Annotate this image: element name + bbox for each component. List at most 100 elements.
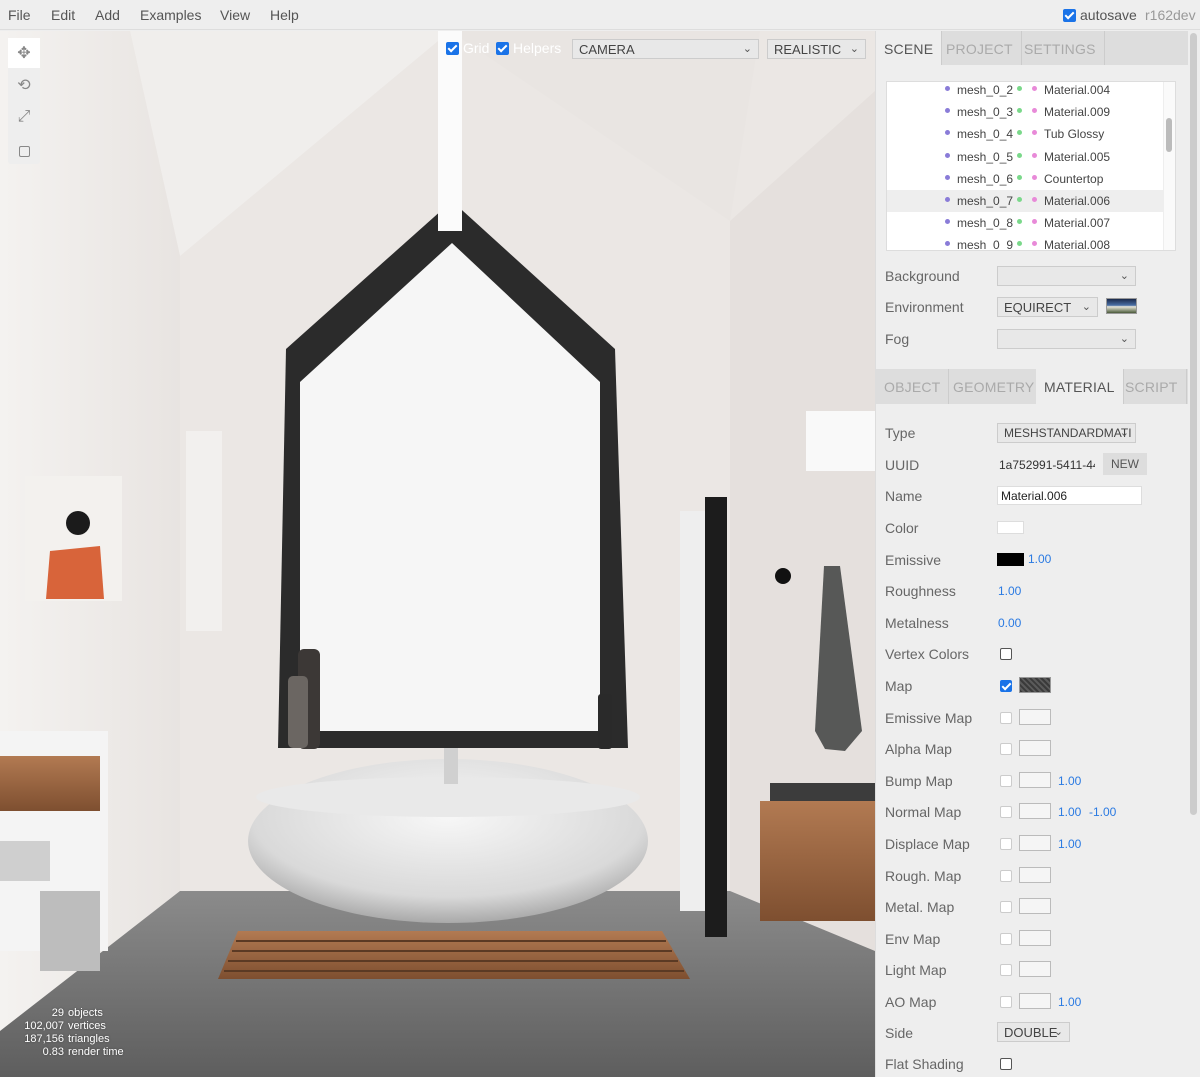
menu-examples[interactable]: Examples	[140, 7, 201, 23]
map-enable-checkbox[interactable]	[1000, 711, 1012, 724]
map-texture-slot[interactable]	[1019, 708, 1051, 725]
outliner-scroll-thumb[interactable]	[1166, 118, 1172, 152]
outliner-row[interactable]: mesh_0_6 Countertop	[887, 168, 1165, 190]
helpers-checkbox[interactable]	[496, 42, 509, 55]
geometry-dot-icon	[1017, 86, 1022, 91]
tab-scene[interactable]: SCENE	[876, 31, 943, 65]
viewport[interactable]: ✥ ⟲ ⤢ Grid Helpers CAMERA ⌄ REALISTIC ⌄ 29…	[0, 31, 875, 1077]
tab-project[interactable]: PROJECT	[938, 31, 1022, 65]
menu-file[interactable]: File	[8, 7, 31, 23]
map-texture-slot[interactable]	[1019, 898, 1051, 915]
tab-settings[interactable]: SETTINGS	[1016, 31, 1105, 65]
map-value[interactable]: 1.00	[1058, 805, 1081, 819]
map-enable-checkbox[interactable]	[1000, 869, 1012, 882]
autosave-toggle[interactable]: autosave	[1063, 7, 1137, 23]
map-texture-slot[interactable]	[1019, 961, 1051, 978]
map-value[interactable]: -1.00	[1089, 805, 1116, 819]
outliner-row[interactable]: mesh_0_7 Material.006	[887, 190, 1165, 212]
type-label: Type	[885, 425, 916, 441]
map-enable-checkbox[interactable]	[1000, 932, 1012, 945]
map-enable-checkbox[interactable]	[1000, 901, 1012, 914]
material-dot-icon	[1032, 219, 1037, 225]
chevron-down-icon: ⌄	[849, 43, 859, 55]
environment-map-thumbnail[interactable]	[1106, 298, 1137, 314]
flat-shading-checkbox[interactable]	[1000, 1058, 1012, 1070]
move-icon[interactable]: ✥	[8, 38, 40, 68]
map-texture-slot[interactable]	[1019, 866, 1051, 883]
map-value[interactable]: 1.00	[1058, 837, 1081, 851]
material-name: Material.006	[1044, 194, 1111, 208]
menu-help[interactable]: Help	[270, 7, 299, 23]
map-label: Bump Map	[885, 772, 953, 789]
material-name: Material.005	[1044, 149, 1111, 164]
map-enable-checkbox[interactable]	[1000, 806, 1012, 819]
outliner-row[interactable]: mesh_0_3 Material.009	[887, 101, 1165, 123]
tab-script[interactable]: SCRIPT	[1117, 369, 1187, 404]
shading-select[interactable]: REALISTIC ⌄	[767, 39, 866, 59]
menu-edit[interactable]: Edit	[51, 7, 75, 23]
map-enable-checkbox[interactable]	[1000, 964, 1012, 977]
map-value[interactable]: 1.00	[1058, 995, 1081, 1009]
helpers-toggle[interactable]: Helpers	[496, 40, 561, 56]
scene-tabs: SCENE PROJECT SETTINGS	[876, 31, 1188, 65]
grid-toggle[interactable]: Grid	[446, 40, 489, 56]
map-label: Alpha Map	[885, 741, 952, 758]
local-icon[interactable]	[8, 136, 40, 166]
map-enable-checkbox[interactable]	[1000, 996, 1012, 1008]
material-name-input[interactable]: Material.006	[997, 486, 1142, 505]
map-texture-slot[interactable]	[1019, 771, 1051, 788]
sidebar-scrollbar[interactable]	[1189, 31, 1198, 816]
sidebar-scroll-thumb[interactable]	[1190, 33, 1197, 815]
outliner-row[interactable]: mesh_0_4 Tub Glossy	[887, 123, 1165, 145]
emissive-label: Emissive	[885, 552, 942, 568]
map-enable-checkbox[interactable]	[1000, 743, 1012, 756]
scene-outliner[interactable]: mesh_0_2 Material.004 mesh_0_3 Material.009…	[886, 81, 1176, 251]
map-enable-checkbox[interactable]	[1000, 680, 1012, 692]
map-enable-checkbox[interactable]	[1000, 774, 1012, 787]
roughness-value[interactable]: 1.00	[998, 584, 1021, 598]
metalness-value[interactable]: 0.00	[998, 616, 1021, 630]
emissive-intensity[interactable]: 1.00	[1028, 552, 1051, 566]
vertex-colors-checkbox[interactable]	[1000, 648, 1012, 660]
map-texture-slot[interactable]	[1019, 803, 1051, 820]
side-select[interactable]: DOUBLE ⌄	[997, 1022, 1070, 1042]
material-name: Countertop	[1044, 171, 1104, 186]
grid-checkbox[interactable]	[446, 42, 459, 55]
map-texture-slot[interactable]	[1019, 835, 1051, 851]
material-dot-icon	[1032, 174, 1037, 180]
menu-view[interactable]: View	[220, 7, 250, 23]
scale-icon[interactable]: ⤢	[8, 102, 40, 132]
map-value[interactable]: 1.00	[1058, 774, 1081, 788]
info-label: objects	[68, 1007, 103, 1019]
tab-material[interactable]: MATERIAL	[1036, 369, 1124, 404]
rotate-icon[interactable]: ⟲	[8, 70, 40, 100]
map-enable-checkbox[interactable]	[1000, 838, 1012, 850]
metalness-label: Metalness	[885, 615, 949, 631]
autosave-checkbox[interactable]	[1063, 9, 1076, 22]
grid-label: Grid	[463, 40, 490, 56]
menu-add[interactable]: Add	[95, 7, 120, 23]
outliner-row[interactable]: mesh_0_2 Material.004	[887, 82, 1165, 101]
emissive-swatch[interactable]	[997, 553, 1024, 566]
camera-select[interactable]: CAMERA ⌄	[572, 39, 759, 59]
material-dot-icon	[1032, 108, 1037, 114]
tab-object[interactable]: OBJECT	[876, 369, 950, 404]
roughness-label: Roughness	[885, 583, 956, 599]
color-swatch[interactable]	[997, 521, 1024, 534]
map-texture-slot[interactable]	[1019, 677, 1051, 693]
new-uuid-button[interactable]: NEW	[1103, 453, 1147, 475]
outliner-row[interactable]: mesh_0_8 Material.007	[887, 212, 1165, 234]
material-type-select[interactable]: MESHSTANDARDMATI ⌄	[997, 423, 1136, 443]
outliner-scrollbar[interactable]	[1163, 82, 1175, 250]
map-texture-slot[interactable]	[1019, 929, 1051, 946]
fog-select[interactable]: ⌄	[997, 329, 1136, 349]
environment-select[interactable]: EQUIRECT ⌄	[997, 297, 1098, 317]
outliner-row[interactable]: mesh_0_5 Material.005	[887, 146, 1165, 168]
map-texture-slot[interactable]	[1019, 993, 1051, 1009]
autosave-label: autosave	[1080, 7, 1137, 23]
map-texture-slot[interactable]	[1019, 740, 1051, 757]
mesh-dot-icon	[945, 219, 950, 225]
background-select[interactable]: ⌄	[997, 266, 1136, 286]
outliner-row[interactable]: mesh_0_9 Material.008	[887, 234, 1165, 250]
tab-geometry[interactable]: GEOMETRY	[945, 369, 1044, 404]
